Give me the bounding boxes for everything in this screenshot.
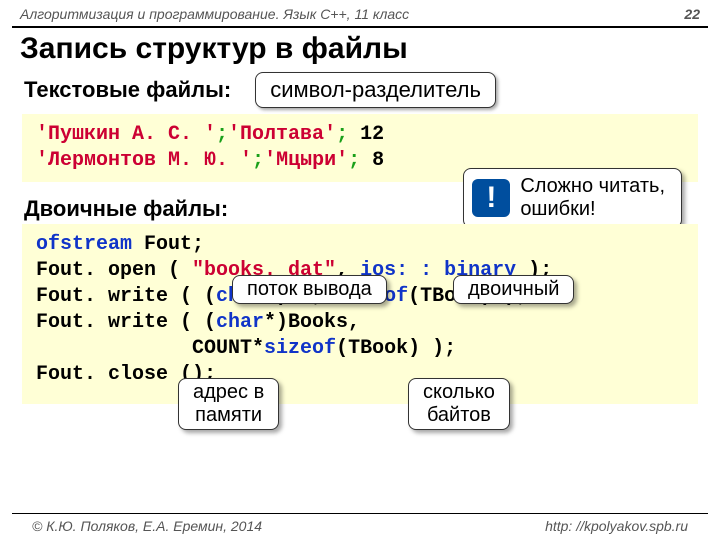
n2: 8	[360, 149, 384, 172]
l4b: char	[216, 311, 264, 334]
l1b: Fout;	[132, 233, 204, 256]
topbar: Алгоритмизация и программирование. Язык …	[0, 0, 720, 26]
binary-code: ofstream Fout; Fout. open ( "books. dat"…	[22, 224, 698, 404]
text-files-header: Текстовые файлы: символ-разделитель	[0, 70, 720, 114]
n1: 12	[348, 123, 384, 146]
course-label: Алгоритмизация и программирование. Язык …	[20, 6, 409, 22]
text-files-label: Текстовые файлы:	[24, 77, 231, 103]
l4a: Fout. write ( (	[36, 311, 216, 334]
l5d: (TBook) );	[336, 337, 456, 360]
bytes-l1: сколько	[423, 381, 495, 403]
overlay-bytes: сколько байтов	[408, 378, 510, 430]
divider	[12, 26, 708, 28]
overlay-stream: поток вывода	[232, 275, 387, 304]
q2a: 'Лермонтов М. Ю. '	[36, 149, 252, 172]
page-title: Запись структур в файлы	[0, 32, 720, 70]
s1: ;	[216, 123, 228, 146]
s1b: ;	[336, 123, 348, 146]
separator-callout: символ-разделитель	[255, 72, 496, 108]
footer: © К.Ю. Поляков, Е.А. Еремин, 2014 http: …	[12, 513, 708, 534]
alert-l2: ошибки!	[520, 198, 595, 220]
addr-l1: адрес в	[193, 381, 264, 403]
l5a	[36, 337, 192, 360]
l5c: sizeof	[264, 337, 336, 360]
overlay-binary: двоичный	[453, 275, 574, 304]
l2a: Fout. open (	[36, 259, 192, 282]
l5b: COUNT*	[192, 337, 264, 360]
copyright: © К.Ю. Поляков, Е.А. Еремин, 2014	[32, 518, 262, 534]
q1a: 'Пушкин А. С. '	[36, 123, 216, 146]
s2: ;	[252, 149, 264, 172]
bytes-l2: байтов	[423, 404, 495, 427]
s2b: ;	[348, 149, 360, 172]
addr-l2: памяти	[193, 404, 264, 427]
overlay-addr: адрес в памяти	[178, 378, 279, 430]
l4c: *)Books,	[264, 311, 360, 334]
q1b: 'Полтава'	[228, 123, 336, 146]
alert-l1: Сложно читать,	[520, 175, 665, 197]
alert-box: ! Сложно читать, ошибки!	[463, 168, 682, 228]
l1a: ofstream	[36, 233, 132, 256]
q2b: 'Мцыри'	[264, 149, 348, 172]
page-number: 22	[684, 6, 700, 22]
alert-text: Сложно читать, ошибки!	[520, 175, 665, 221]
l3a: Fout. write ( (	[36, 285, 216, 308]
site-url: http: //kpolyakov.spb.ru	[545, 518, 688, 534]
alert-icon: !	[472, 179, 510, 217]
